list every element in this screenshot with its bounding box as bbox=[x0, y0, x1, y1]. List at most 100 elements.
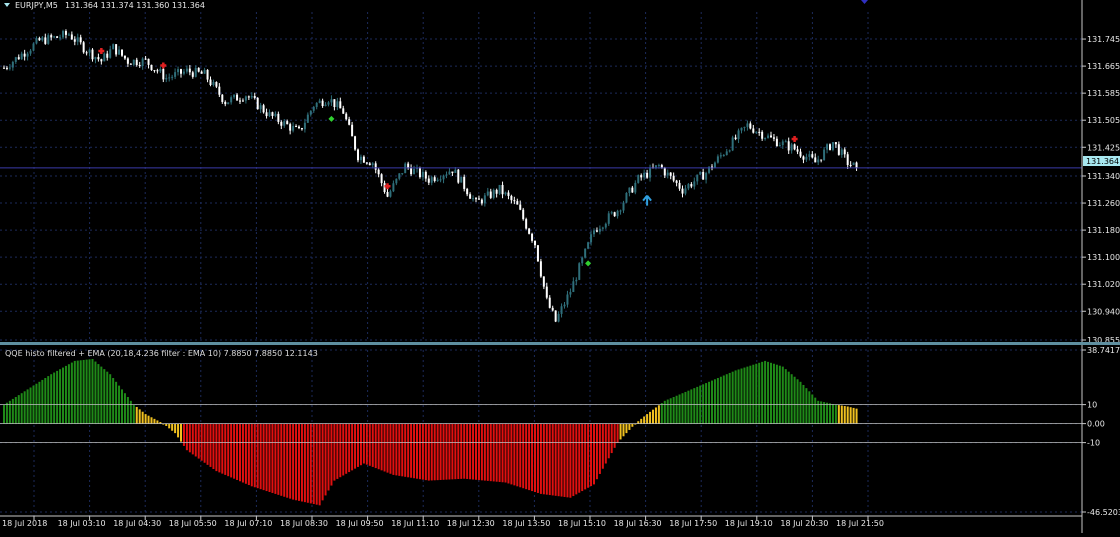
candle-body bbox=[64, 31, 67, 35]
histogram-bar bbox=[457, 423, 460, 480]
histogram-bar bbox=[371, 423, 374, 467]
candle-body bbox=[144, 58, 147, 60]
candle-body bbox=[162, 68, 165, 80]
candle-body bbox=[492, 189, 495, 198]
candle-body bbox=[796, 149, 799, 152]
histogram-bar bbox=[772, 363, 775, 424]
candle-body bbox=[790, 144, 793, 151]
y-tick-label: 131.260 bbox=[1087, 199, 1120, 208]
histogram-bar bbox=[587, 423, 590, 488]
candle-body bbox=[206, 69, 209, 80]
histogram-bar bbox=[97, 364, 100, 424]
candle-body bbox=[587, 242, 590, 249]
candle-body bbox=[737, 130, 740, 140]
histogram-bar bbox=[342, 423, 345, 476]
histogram-bar bbox=[829, 403, 831, 424]
histogram-bar bbox=[407, 423, 410, 478]
candle-body bbox=[106, 53, 109, 58]
candle-body bbox=[445, 174, 448, 176]
histogram-bar bbox=[826, 402, 829, 424]
histogram-bar bbox=[265, 423, 268, 492]
histogram-bar bbox=[300, 423, 303, 502]
candle-body bbox=[421, 171, 424, 178]
candle-body bbox=[410, 167, 413, 175]
candle-body bbox=[129, 63, 132, 65]
candle-body bbox=[209, 79, 212, 85]
candle-body bbox=[250, 95, 253, 98]
x-tick-label: 18 Jul 07:10 bbox=[224, 519, 272, 528]
histogram-bar bbox=[50, 374, 53, 424]
candle-body bbox=[681, 188, 684, 194]
histogram-bar bbox=[557, 423, 560, 497]
panel-separator[interactable] bbox=[0, 342, 1120, 345]
candle-body bbox=[516, 201, 519, 205]
candle-body bbox=[643, 172, 646, 178]
histogram-bar bbox=[711, 380, 713, 424]
candle-body bbox=[469, 194, 472, 199]
histogram-bar bbox=[168, 423, 171, 429]
histogram-bar bbox=[141, 411, 144, 424]
histogram-bar bbox=[840, 405, 843, 424]
candle-body bbox=[722, 155, 725, 157]
histogram-bar bbox=[262, 423, 265, 491]
candle-body bbox=[454, 169, 457, 173]
candle-body bbox=[625, 192, 628, 203]
candle-body bbox=[59, 37, 62, 39]
candle-body bbox=[82, 42, 85, 53]
histogram-bar bbox=[460, 423, 463, 479]
histogram-bar bbox=[696, 386, 699, 424]
histogram-bar bbox=[380, 423, 383, 471]
candle-body bbox=[14, 57, 17, 62]
histogram-bar bbox=[758, 362, 761, 424]
histogram-bar bbox=[185, 423, 188, 451]
histogram-bar bbox=[595, 423, 598, 480]
histogram-bar bbox=[289, 423, 292, 499]
candle-body bbox=[799, 151, 802, 157]
candle-body bbox=[539, 261, 542, 277]
histogram-bar bbox=[236, 423, 239, 480]
candle-body bbox=[218, 86, 221, 95]
candle-body bbox=[271, 112, 274, 116]
candle-body bbox=[23, 53, 26, 57]
histogram-bar bbox=[536, 423, 539, 493]
histogram-bar bbox=[545, 423, 548, 495]
histogram-bar bbox=[755, 363, 758, 424]
histogram-bar bbox=[227, 423, 230, 477]
candle-body bbox=[244, 96, 247, 101]
histogram-bar bbox=[770, 362, 772, 424]
candle-body bbox=[593, 230, 595, 235]
candle-body bbox=[781, 141, 784, 146]
candle-body bbox=[8, 67, 11, 69]
histogram-bar bbox=[843, 406, 846, 424]
histogram-bar bbox=[466, 423, 469, 479]
histogram-bar bbox=[233, 423, 236, 479]
candle-body bbox=[336, 101, 339, 108]
chart-canvas[interactable]: 131.745 131.665 131.585 131.505 131.425 131.3… bbox=[0, 0, 1120, 533]
histogram-bar bbox=[510, 423, 513, 485]
histogram-bar bbox=[351, 423, 354, 471]
candle-body bbox=[41, 37, 44, 41]
histogram-bar bbox=[156, 420, 159, 424]
candle-body bbox=[598, 228, 601, 232]
histogram-bar bbox=[749, 365, 752, 424]
candle-body bbox=[109, 49, 112, 58]
histogram-bar bbox=[76, 360, 79, 424]
histogram-bar bbox=[451, 423, 454, 480]
candle-body bbox=[622, 202, 625, 211]
candle-body bbox=[274, 113, 277, 116]
candle-body bbox=[380, 174, 383, 184]
candle-body bbox=[50, 35, 53, 38]
histogram-bar bbox=[542, 423, 545, 495]
candle-body bbox=[368, 163, 371, 166]
histogram-bar bbox=[327, 423, 330, 491]
candle-body bbox=[230, 97, 233, 103]
candle-body bbox=[719, 155, 722, 157]
trading-chart[interactable]: 131.745 131.665 131.585 131.505 131.425 131.3… bbox=[0, 0, 1120, 533]
histogram-bar bbox=[534, 423, 536, 493]
histogram-bar bbox=[560, 423, 563, 497]
candle-body bbox=[112, 44, 115, 50]
histogram-bar bbox=[852, 407, 855, 424]
histogram-bar bbox=[180, 423, 182, 442]
candle-body bbox=[171, 76, 174, 78]
candle-body bbox=[545, 286, 548, 298]
